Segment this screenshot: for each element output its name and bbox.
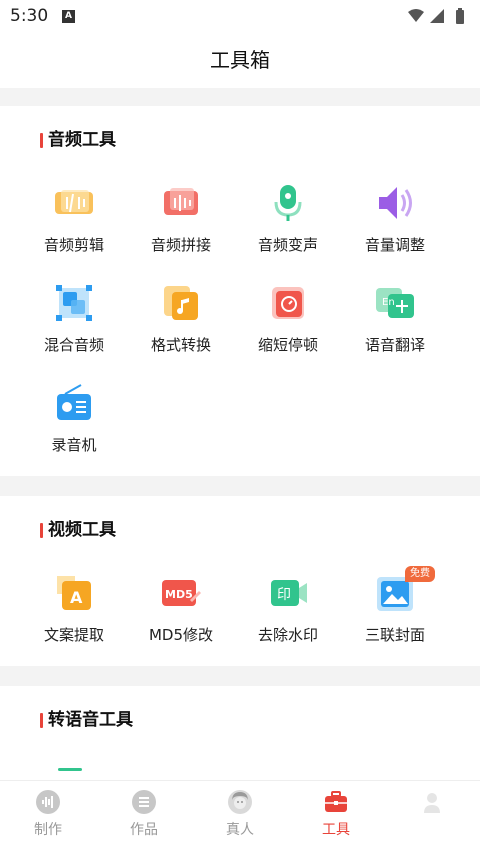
tool-format-convert[interactable]: 格式转换 — [127, 282, 235, 355]
tool-text-extract[interactable]: A 文案提取 — [20, 572, 128, 645]
tool-label: 音频剪辑 — [43, 236, 104, 254]
md5-edit-icon: MD5 — [162, 580, 201, 606]
tool-audio-mix[interactable]: 混合音频 — [20, 282, 128, 355]
tab-label: 工具 — [322, 822, 350, 838]
audio-tools-section: 音频工具 音频剪辑 音频拼接 音频变声 音量调整 混合音频 格式转换 缩短停顿 … — [0, 106, 480, 476]
page-header: 工具箱 — [0, 32, 480, 88]
tool-voice-translate[interactable]: En 语音翻译 — [341, 282, 449, 355]
section-title: 音频工具 — [40, 130, 116, 150]
status-bar: 5:30 A — [0, 0, 480, 32]
cell-signal-icon — [430, 9, 444, 23]
tts-tools-section: 转语音工具 — [0, 686, 480, 780]
works-list-icon — [132, 790, 156, 814]
format-convert-icon — [164, 286, 198, 320]
tool-label: 去除水印 — [257, 626, 318, 644]
section-title: 视频工具 — [40, 520, 116, 540]
tool-radio-recorder[interactable]: 录音机 — [20, 382, 128, 455]
tab-label: 真人 — [226, 822, 254, 838]
bottom-tab-bar: 制作 作品 真人 工具 — [0, 780, 480, 854]
text-extract-icon: A — [57, 576, 91, 610]
tool-label: 语音翻译 — [364, 336, 425, 354]
tool-label: MD5修改 — [148, 626, 214, 644]
tool-label: 录音机 — [51, 436, 97, 454]
free-badge: 免费 — [405, 566, 435, 582]
audio-cut-icon — [55, 190, 93, 214]
toolbox-icon — [325, 791, 347, 812]
video-tools-section: 视频工具 A 文案提取 MD5 MD5修改 印 去除水印 免费 三联封面 — [0, 496, 480, 666]
tab-profile[interactable] — [384, 789, 480, 819]
notification-a-icon: A — [62, 10, 75, 23]
make-waveform-icon — [36, 790, 60, 814]
wifi-icon — [408, 9, 424, 22]
radio-recorder-icon — [57, 384, 91, 420]
profile-icon — [424, 793, 440, 813]
md5-icon-text: MD5 — [165, 588, 193, 601]
tool-triple-cover[interactable]: 免费 三联封面 — [341, 566, 449, 645]
tool-audio-cut[interactable]: 音频剪辑 — [20, 182, 128, 255]
tab-label: 制作 — [34, 822, 62, 838]
partial-tool-icon — [58, 768, 82, 771]
shorten-pause-icon — [272, 287, 304, 319]
tool-remove-watermark[interactable]: 印 去除水印 — [234, 572, 342, 645]
audio-mix-icon — [56, 285, 92, 321]
tool-label: 三联封面 — [364, 626, 425, 644]
watermark-icon-text: 印 — [277, 587, 291, 603]
svg-text:En: En — [382, 297, 395, 308]
tool-label: 音频拼接 — [150, 236, 211, 254]
tab-tools[interactable]: 工具 — [288, 789, 384, 839]
tool-audio-join[interactable]: 音频拼接 — [127, 182, 235, 255]
tool-label: 文案提取 — [43, 626, 104, 644]
tool-md5-edit[interactable]: MD5 MD5修改 — [127, 572, 235, 645]
tab-label: 作品 — [130, 822, 158, 838]
volume-adjust-icon — [379, 187, 412, 219]
voice-translate-icon: En — [376, 288, 414, 318]
tool-volume-adjust[interactable]: 音量调整 — [341, 182, 449, 255]
status-time: 5:30 — [10, 6, 49, 26]
svg-text:A: A — [70, 588, 83, 607]
status-icons — [408, 8, 464, 24]
tool-voice-changer[interactable]: 音频变声 — [234, 182, 342, 255]
tab-make[interactable]: 制作 — [0, 789, 96, 839]
voice-changer-icon — [274, 185, 302, 221]
remove-watermark-icon: 印 — [271, 580, 307, 606]
audio-join-icon — [164, 188, 198, 215]
tab-works[interactable]: 作品 — [96, 789, 192, 839]
tool-label: 音频变声 — [257, 236, 318, 254]
section-title: 转语音工具 — [40, 710, 133, 730]
real-person-avatar-icon — [228, 790, 252, 814]
page-title: 工具箱 — [210, 48, 270, 72]
battery-icon — [456, 8, 464, 24]
tool-label: 混合音频 — [43, 336, 104, 354]
tab-real-person[interactable]: 真人 — [192, 789, 288, 839]
tool-label: 格式转换 — [150, 336, 211, 354]
tool-shorten-pause[interactable]: 缩短停顿 — [234, 282, 342, 355]
tool-label: 音量调整 — [364, 236, 425, 254]
tool-label: 缩短停顿 — [257, 336, 318, 354]
